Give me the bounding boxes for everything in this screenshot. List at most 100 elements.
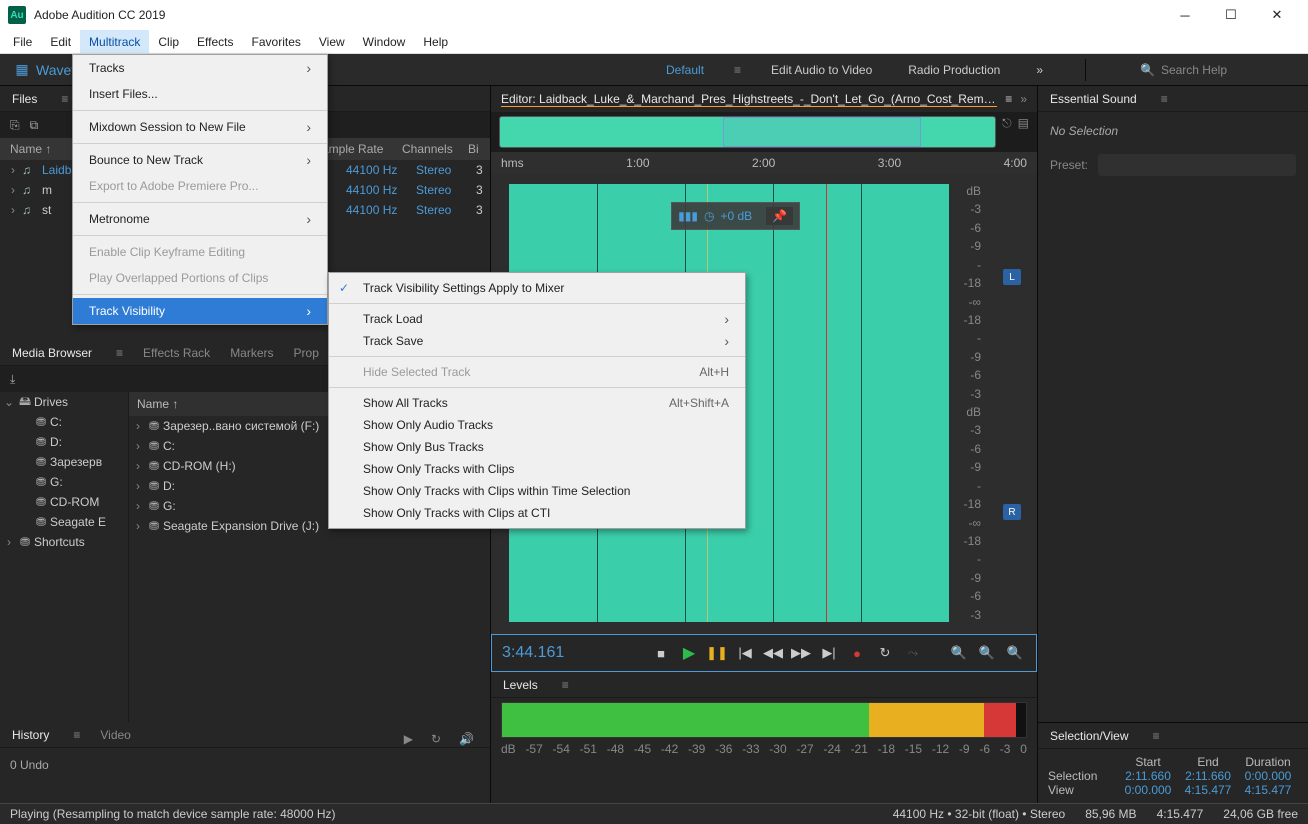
tab-properties[interactable]: Prop (294, 346, 319, 360)
tab-files[interactable]: Files (12, 92, 37, 106)
close-button[interactable]: ✕ (1254, 0, 1300, 30)
drive-tree-item[interactable]: ›⛃Shortcuts (0, 532, 128, 552)
panel-menu-icon[interactable]: ≡ (61, 92, 68, 106)
rewind-button[interactable]: ◀◀ (762, 642, 784, 664)
drive-tree-item[interactable]: ⛃C: (0, 412, 128, 432)
timeline[interactable]: hms1:002:003:004:00 (491, 152, 1037, 174)
menu-clip[interactable]: Clip (149, 30, 188, 53)
pause-button[interactable]: ❚❚ (706, 642, 728, 664)
tab-video[interactable]: Video (100, 728, 130, 742)
menu-multitrack[interactable]: Multitrack (80, 30, 149, 53)
menu-edit[interactable]: Edit (41, 30, 80, 53)
minimize-button[interactable]: ─ (1162, 0, 1208, 30)
menu-window[interactable]: Window (354, 30, 415, 53)
play-icon[interactable]: ▶ (404, 732, 413, 746)
view-start[interactable]: 0:00.000 (1118, 783, 1178, 797)
up-icon[interactable]: ⤓ (10, 372, 15, 387)
workspace-menu-icon[interactable]: ≡ (734, 63, 741, 77)
submenu-item[interactable]: Show Only Bus Tracks (329, 436, 745, 458)
menu-item[interactable]: Track Visibility (73, 298, 327, 324)
maximize-button[interactable]: ☐ (1208, 0, 1254, 30)
multitrack-menu[interactable]: TracksInsert Files... Mixdown Session to … (72, 54, 328, 325)
forward-button[interactable]: ▶▶ (790, 642, 812, 664)
channel-r-badge[interactable]: R (1003, 504, 1021, 520)
submenu-item[interactable]: Show All TracksAlt+Shift+A (329, 392, 745, 414)
hud-pin-icon[interactable]: 📌 (766, 207, 793, 225)
tab-essential-sound[interactable]: Essential Sound (1050, 92, 1137, 106)
skip-end-button[interactable]: ▶| (818, 642, 840, 664)
view-dur[interactable]: 4:15.477 (1238, 783, 1298, 797)
sel-dur[interactable]: 0:00.000 (1238, 769, 1298, 783)
auto-play-icon[interactable]: 🔊 (459, 732, 474, 746)
open-file-icon[interactable]: ⎘ (10, 118, 20, 133)
workspace-radio-production[interactable]: Radio Production (902, 63, 1006, 77)
drive-tree-item[interactable]: ⌄🖴Drives (0, 392, 128, 412)
workspace-more[interactable]: » (1030, 63, 1049, 77)
panel-menu-icon[interactable]: ≡ (73, 728, 80, 742)
skip-selection-button[interactable]: ⤳ (902, 642, 924, 664)
zoom-toggle-icon[interactable]: ▤ (1018, 116, 1029, 148)
col-channels[interactable]: Channels (402, 142, 468, 156)
drive-tree-item[interactable]: ⛃Зарезерв (0, 452, 128, 472)
submenu-item[interactable]: Show Only Audio Tracks (329, 414, 745, 436)
loop-icon[interactable]: ↻ (431, 732, 441, 746)
submenu-item[interactable]: Track Load (329, 308, 745, 330)
menu-file[interactable]: File (4, 30, 41, 53)
drive-tree-item[interactable]: ⛃D: (0, 432, 128, 452)
loop-button[interactable]: ↻ (874, 642, 896, 664)
workspace-edit-audio-video[interactable]: Edit Audio to Video (765, 63, 878, 77)
drive-tree-item[interactable]: ⛃CD-ROM (0, 492, 128, 512)
editor-tab[interactable]: Editor: Laidback_Luke_&_Marchand_Pres_Hi… (501, 92, 997, 107)
menu-item[interactable]: Tracks (73, 55, 327, 81)
panel-menu-icon[interactable]: ≡ (562, 678, 569, 692)
menu-item[interactable]: Bounce to New Track (73, 147, 327, 173)
panel-menu-icon[interactable]: ≡ (1161, 92, 1168, 106)
overview-selection[interactable] (723, 117, 921, 147)
stop-button[interactable]: ■ (650, 642, 672, 664)
submenu-item[interactable]: Show Only Tracks with Clips (329, 458, 745, 480)
drive-tree-item[interactable]: ⛃G: (0, 472, 128, 492)
submenu-item[interactable]: Show Only Tracks with Clips within Time … (329, 480, 745, 502)
channel-toggle-icon[interactable]: ⎋ (1002, 116, 1012, 148)
current-time[interactable]: 3:44.161 (502, 644, 564, 662)
zoom-out-icon[interactable]: 🔍 (976, 642, 998, 664)
menu-favorites[interactable]: Favorites (243, 30, 310, 53)
sel-end[interactable]: 2:11.660 (1178, 769, 1238, 783)
editor-more-icon[interactable]: » (1020, 92, 1027, 106)
tab-selection-view[interactable]: Selection/View (1050, 729, 1129, 743)
panel-menu-icon[interactable]: ≡ (116, 346, 123, 360)
preset-dropdown[interactable] (1098, 154, 1296, 176)
sel-start[interactable]: 2:11.660 (1118, 769, 1178, 783)
workspace-default[interactable]: Default (660, 63, 710, 77)
menu-item[interactable]: Mixdown Session to New File (73, 114, 327, 140)
col-bits[interactable]: Bi (468, 142, 480, 156)
waveform-overview[interactable]: ⎋ ▤ (491, 112, 1037, 152)
panel-menu-icon[interactable]: ≡ (1153, 729, 1160, 743)
submenu-item[interactable]: ✓Track Visibility Settings Apply to Mixe… (329, 277, 745, 299)
menu-help[interactable]: Help (414, 30, 457, 53)
waveform-mode-icon[interactable]: ▦ (8, 58, 36, 82)
skip-start-button[interactable]: |◀ (734, 642, 756, 664)
zoom-in-icon[interactable]: 🔍 (948, 642, 970, 664)
panel-menu-icon[interactable]: ≡ (1005, 92, 1012, 106)
submenu-item[interactable]: Track Save (329, 330, 745, 352)
menu-item[interactable]: Metronome (73, 206, 327, 232)
record-button[interactable]: ● (846, 642, 868, 664)
tab-media-browser[interactable]: Media Browser (12, 346, 92, 360)
overview-wave[interactable] (499, 116, 996, 148)
drive-tree-item[interactable]: ⛃Seagate E (0, 512, 128, 532)
new-file-icon[interactable]: ⧉ (30, 118, 39, 133)
view-end[interactable]: 4:15.477 (1178, 783, 1238, 797)
tab-markers[interactable]: Markers (230, 346, 273, 360)
submenu-item[interactable]: Show Only Tracks with Clips at CTI (329, 502, 745, 524)
playhead[interactable] (826, 184, 827, 622)
tab-effects-rack[interactable]: Effects Rack (143, 346, 210, 360)
menu-effects[interactable]: Effects (188, 30, 242, 53)
menu-view[interactable]: View (310, 30, 354, 53)
play-button[interactable]: ▶ (678, 642, 700, 664)
menu-item[interactable]: Insert Files... (73, 81, 327, 107)
search-help[interactable]: 🔍 Search Help (1140, 63, 1300, 77)
zoom-full-icon[interactable]: 🔍 (1004, 642, 1026, 664)
hud-gain[interactable]: ▮▮▮ ◷ +0 dB 📌 (671, 202, 800, 230)
channel-l-badge[interactable]: L (1003, 269, 1021, 285)
